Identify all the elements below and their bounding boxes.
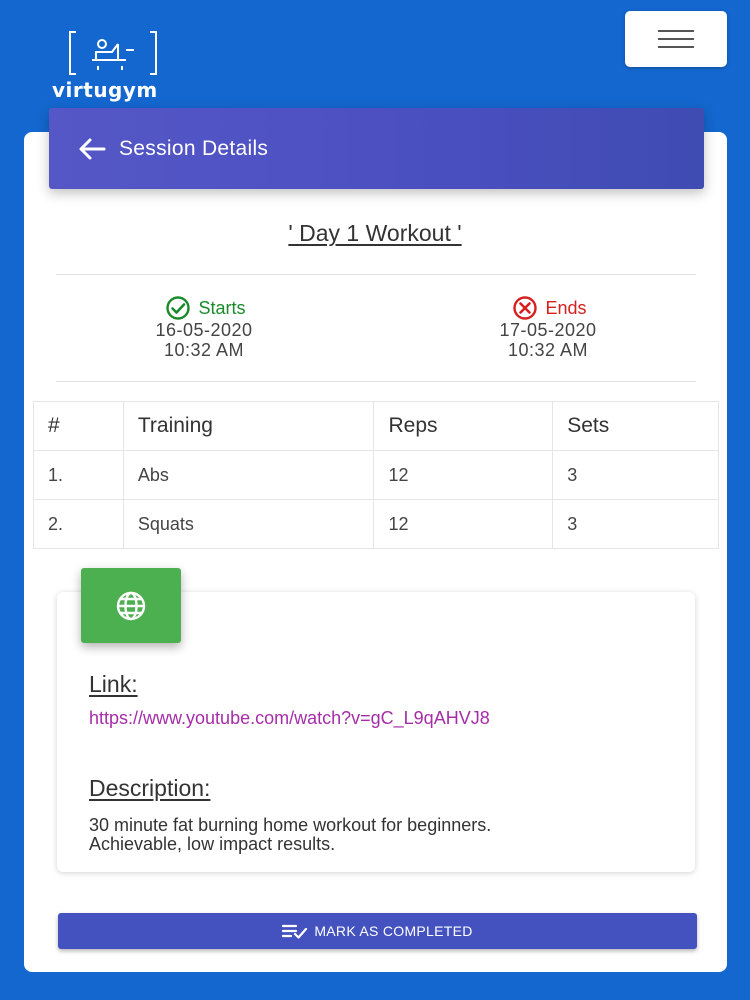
training-name: Abs bbox=[122, 450, 375, 500]
end-date: 17-05-2020 bbox=[499, 320, 597, 340]
app-logo: virtugym bbox=[50, 30, 180, 102]
table-header-row: # Training Reps Sets bbox=[33, 401, 719, 451]
start-date: 16-05-2020 bbox=[155, 320, 253, 340]
link-label: Link: bbox=[89, 671, 138, 697]
starts-label: Starts bbox=[94, 296, 314, 320]
divider bbox=[56, 274, 696, 275]
page-title: Session Details bbox=[119, 136, 269, 160]
menu-button[interactable] bbox=[625, 11, 727, 67]
check-circle-icon bbox=[166, 296, 191, 320]
playlist-check-icon bbox=[282, 924, 308, 939]
ends-label: Ends bbox=[438, 296, 658, 320]
mark-completed-button[interactable]: MARK AS COMPLETED bbox=[58, 913, 697, 949]
column-header-reps: Reps bbox=[373, 401, 554, 451]
reps-value: 12 bbox=[373, 499, 554, 549]
logo-mark-icon bbox=[69, 31, 157, 75]
row-number: 1. bbox=[33, 450, 124, 500]
start-time: 10:32 AM bbox=[163, 340, 245, 360]
workout-title: ' Day 1 Workout ' bbox=[288, 220, 462, 246]
session-header: Session Details bbox=[49, 108, 704, 189]
column-header-sets: Sets bbox=[552, 401, 719, 451]
column-header-training: Training bbox=[122, 401, 375, 451]
workout-link[interactable]: https://www.youtube.com/watch?v=gC_L9qAH… bbox=[89, 708, 490, 729]
arrow-left-icon[interactable] bbox=[77, 137, 107, 161]
row-number: 2. bbox=[33, 499, 124, 549]
start-date-block: Starts 16-05-2020 10:32 AM bbox=[94, 296, 314, 360]
training-name: Squats bbox=[122, 499, 375, 549]
end-date-block: Ends 17-05-2020 10:32 AM bbox=[438, 296, 658, 360]
divider bbox=[56, 381, 696, 382]
description-text: 30 minute fat burning home workout for b… bbox=[89, 815, 492, 854]
sets-value: 3 bbox=[552, 450, 719, 500]
globe-button[interactable] bbox=[81, 568, 181, 643]
x-circle-icon bbox=[513, 296, 538, 320]
globe-icon bbox=[116, 591, 146, 620]
column-header-number: # bbox=[33, 401, 124, 451]
end-time: 10:32 AM bbox=[507, 340, 589, 360]
reps-value: 12 bbox=[373, 450, 554, 500]
table-row: 1. Abs 12 3 bbox=[33, 450, 719, 500]
logo-text: virtugym bbox=[52, 78, 158, 102]
sets-value: 3 bbox=[552, 499, 719, 549]
training-table: # Training Reps Sets 1. Abs 12 3 2. Squa… bbox=[33, 401, 719, 549]
hamburger-icon bbox=[658, 30, 694, 48]
description-label: Description: bbox=[89, 775, 211, 801]
table-row: 2. Squats 12 3 bbox=[33, 499, 719, 549]
